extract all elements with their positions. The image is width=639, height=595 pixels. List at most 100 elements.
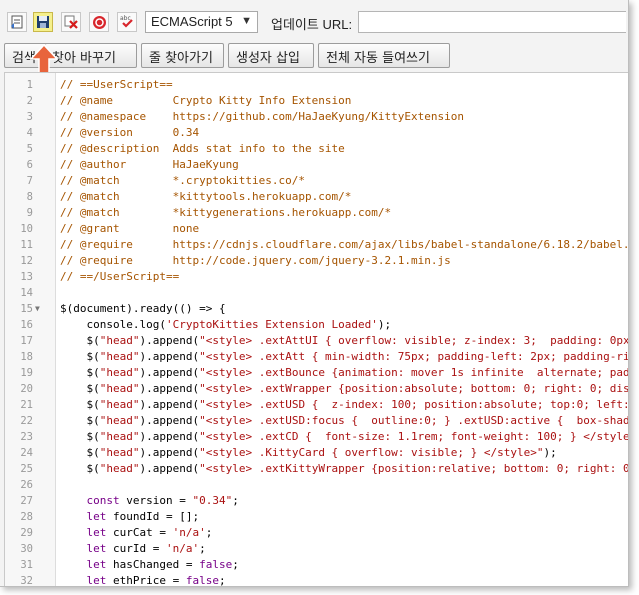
insert-constructor-button[interactable]: 생성자 삽입 xyxy=(228,43,314,68)
line-number: 29 xyxy=(20,527,33,539)
code-line[interactable]: 1 // ==UserScript== xyxy=(5,77,628,93)
code-line[interactable]: 22 $("head").append("<style> .extUSD:foc… xyxy=(5,413,629,429)
code-line[interactable]: 25 $("head").append("<style> .extKittyWr… xyxy=(5,461,628,477)
stop-icon[interactable] xyxy=(89,12,109,32)
line-number: 18 xyxy=(20,351,33,363)
code-text: $("head").append("<style> .extUSD:focus … xyxy=(60,414,629,427)
code-text: const version = "0.34"; xyxy=(86,494,239,507)
code-text: let curCat = 'n/a'; xyxy=(86,526,213,539)
line-number: 7 xyxy=(26,175,33,187)
code-text: // @match *kittygenerations.herokuapp.co… xyxy=(60,206,392,219)
code-line[interactable]: 29 let curCat = 'n/a'; xyxy=(5,525,628,541)
line-number: 17 xyxy=(20,335,33,347)
code-line[interactable]: 30 let curId = 'n/a'; xyxy=(5,541,628,557)
line-number: 10 xyxy=(20,223,33,235)
code-text: // @description Adds stat info to the si… xyxy=(60,142,345,155)
line-number: 11 xyxy=(20,239,33,251)
line-number: 26 xyxy=(20,479,33,491)
line-number: 22 xyxy=(20,415,33,427)
line-number: 1 xyxy=(26,79,33,91)
code-line[interactable]: 5 // @description Adds stat info to the s… xyxy=(5,141,628,157)
code-text: let curId = 'n/a'; xyxy=(86,542,206,555)
code-line[interactable]: 23 $("head").append("<style> .extCD { fo… xyxy=(5,429,629,445)
code-text: // ==/UserScript== xyxy=(60,270,180,283)
code-text: $(document).ready(() => { xyxy=(60,302,226,315)
code-text: // @name Crypto Kitty Info Extension xyxy=(60,94,352,107)
line-number: 30 xyxy=(20,543,33,555)
code-line[interactable]: 31 let hasChanged = false; xyxy=(5,557,628,573)
line-number: 25 xyxy=(20,463,33,475)
code-line[interactable]: 28 let foundId = []; xyxy=(5,509,628,525)
fold-toggle-icon[interactable]: ▼ xyxy=(35,301,40,317)
code-line[interactable]: 13 // ==/UserScript== xyxy=(5,269,628,285)
line-number: 3 xyxy=(26,111,33,123)
line-number: 12 xyxy=(20,255,33,267)
line-number: 19 xyxy=(20,367,33,379)
code-line[interactable]: 12 // @require http://code.jquery.com/jqu… xyxy=(5,253,628,269)
code-line[interactable]: 9 // @match *kittygenerations.herokuapp.c… xyxy=(5,205,628,221)
code-text: $("head").append("<style> .extWrapper {p… xyxy=(60,382,629,395)
code-text: // @author HaJaeKyung xyxy=(60,158,239,171)
code-text: $("head").append("<style> .extUSD { z-in… xyxy=(60,398,629,411)
code-text: $("head").append("<style> .extCD { font-… xyxy=(60,430,629,443)
code-line[interactable]: 26 xyxy=(5,477,628,493)
code-text: let ethPrice = false; xyxy=(86,574,226,587)
save-icon[interactable] xyxy=(33,12,53,32)
auto-indent-button[interactable]: 전체 자동 들여쓰기 xyxy=(318,43,450,68)
line-number: 20 xyxy=(20,383,33,395)
spellcheck-text: abc xyxy=(120,15,131,22)
code-line[interactable]: 24 $("head").append("<style> .KittyCard … xyxy=(5,445,628,461)
update-url-label: 업데이트 URL: xyxy=(271,17,353,32)
line-number: 9 xyxy=(26,207,33,219)
code-line[interactable]: 14 xyxy=(5,285,628,301)
chevron-down-icon: ▼ xyxy=(241,15,252,27)
code-text: // @namespace https://github.com/HaJaeKy… xyxy=(60,110,464,123)
code-editor[interactable]: 1 // ==UserScript== 2 // @name Crypto Kitty… xyxy=(4,72,629,587)
code-text: // @require http://code.jquery.com/jquer… xyxy=(60,254,451,267)
code-text: // ==UserScript== xyxy=(60,78,173,91)
line-number: 8 xyxy=(26,191,33,203)
update-url-input[interactable] xyxy=(358,11,626,33)
code-line[interactable]: 32 let ethPrice = false; xyxy=(5,573,628,587)
editor-toolbar: abc ECMAScript 5 ▼ 업데이트 URL: xyxy=(0,0,628,42)
code-line[interactable]: 20 $("head").append("<style> .extWrapper… xyxy=(5,381,629,397)
line-number: 4 xyxy=(26,127,33,139)
code-line[interactable]: 2 // @name Crypto Kitty Info Extension xyxy=(5,93,628,109)
spellcheck-icon[interactable]: abc xyxy=(117,12,137,32)
line-number: 6 xyxy=(26,159,33,171)
code-line[interactable]: 11 // @require https://cdnjs.cloudflare.c… xyxy=(5,237,628,253)
code-line[interactable]: 16 console.log('CryptoKitties Extension … xyxy=(5,317,628,333)
line-number: 14 xyxy=(20,287,33,299)
line-number: 24 xyxy=(20,447,33,459)
code-line[interactable]: 3 // @namespace https://github.com/HaJaeK… xyxy=(5,109,628,125)
code-line[interactable]: 17 $("head").append("<style> .extAttUI {… xyxy=(5,333,629,349)
code-text: // @version 0.34 xyxy=(60,126,200,139)
code-line[interactable]: 4 // @version 0.34 xyxy=(5,125,628,141)
line-number: 21 xyxy=(20,399,33,411)
code-line[interactable]: 18 $("head").append("<style> .extAtt { m… xyxy=(5,349,629,365)
code-text: // @grant none xyxy=(60,222,200,235)
code-line[interactable]: 21 $("head").append("<style> .extUSD { z… xyxy=(5,397,629,413)
code-text: $("head").append("<style> .KittyCard { o… xyxy=(60,446,557,459)
language-select[interactable]: ECMAScript 5 ▼ xyxy=(145,11,258,33)
code-line[interactable]: 10 // @grant none xyxy=(5,221,628,237)
code-line[interactable]: 19 $("head").append("<style> .extBounce … xyxy=(5,365,628,381)
line-number: 5 xyxy=(26,143,33,155)
code-line[interactable]: 15 ▼ $(document).ready(() => { xyxy=(5,301,628,317)
code-line[interactable]: 27 const version = "0.34"; xyxy=(5,493,628,509)
goto-line-button[interactable]: 줄 찾아가기 xyxy=(141,43,224,68)
page-icon[interactable] xyxy=(7,12,27,32)
line-number: 32 xyxy=(20,575,33,587)
code-line[interactable]: 6 // @author HaJaeKyung xyxy=(5,157,628,173)
line-number: 13 xyxy=(20,271,33,283)
code-line[interactable]: 7 // @match *.cryptokitties.co/* xyxy=(5,173,628,189)
code-text: $("head").append("<style> .extAtt { min-… xyxy=(60,350,629,363)
code-text: let hasChanged = false; xyxy=(86,558,239,571)
code-text: $("head").append("<style> .extAttUI { ov… xyxy=(60,334,629,347)
find-replace-button[interactable]: 찾아 바꾸기 xyxy=(45,43,137,68)
line-number: 31 xyxy=(20,559,33,571)
line-number: 16 xyxy=(20,319,33,331)
code-line[interactable]: 8 // @match *kittytools.herokuapp.com/* xyxy=(5,189,628,205)
close-icon[interactable] xyxy=(61,12,81,32)
line-number: 2 xyxy=(26,95,33,107)
